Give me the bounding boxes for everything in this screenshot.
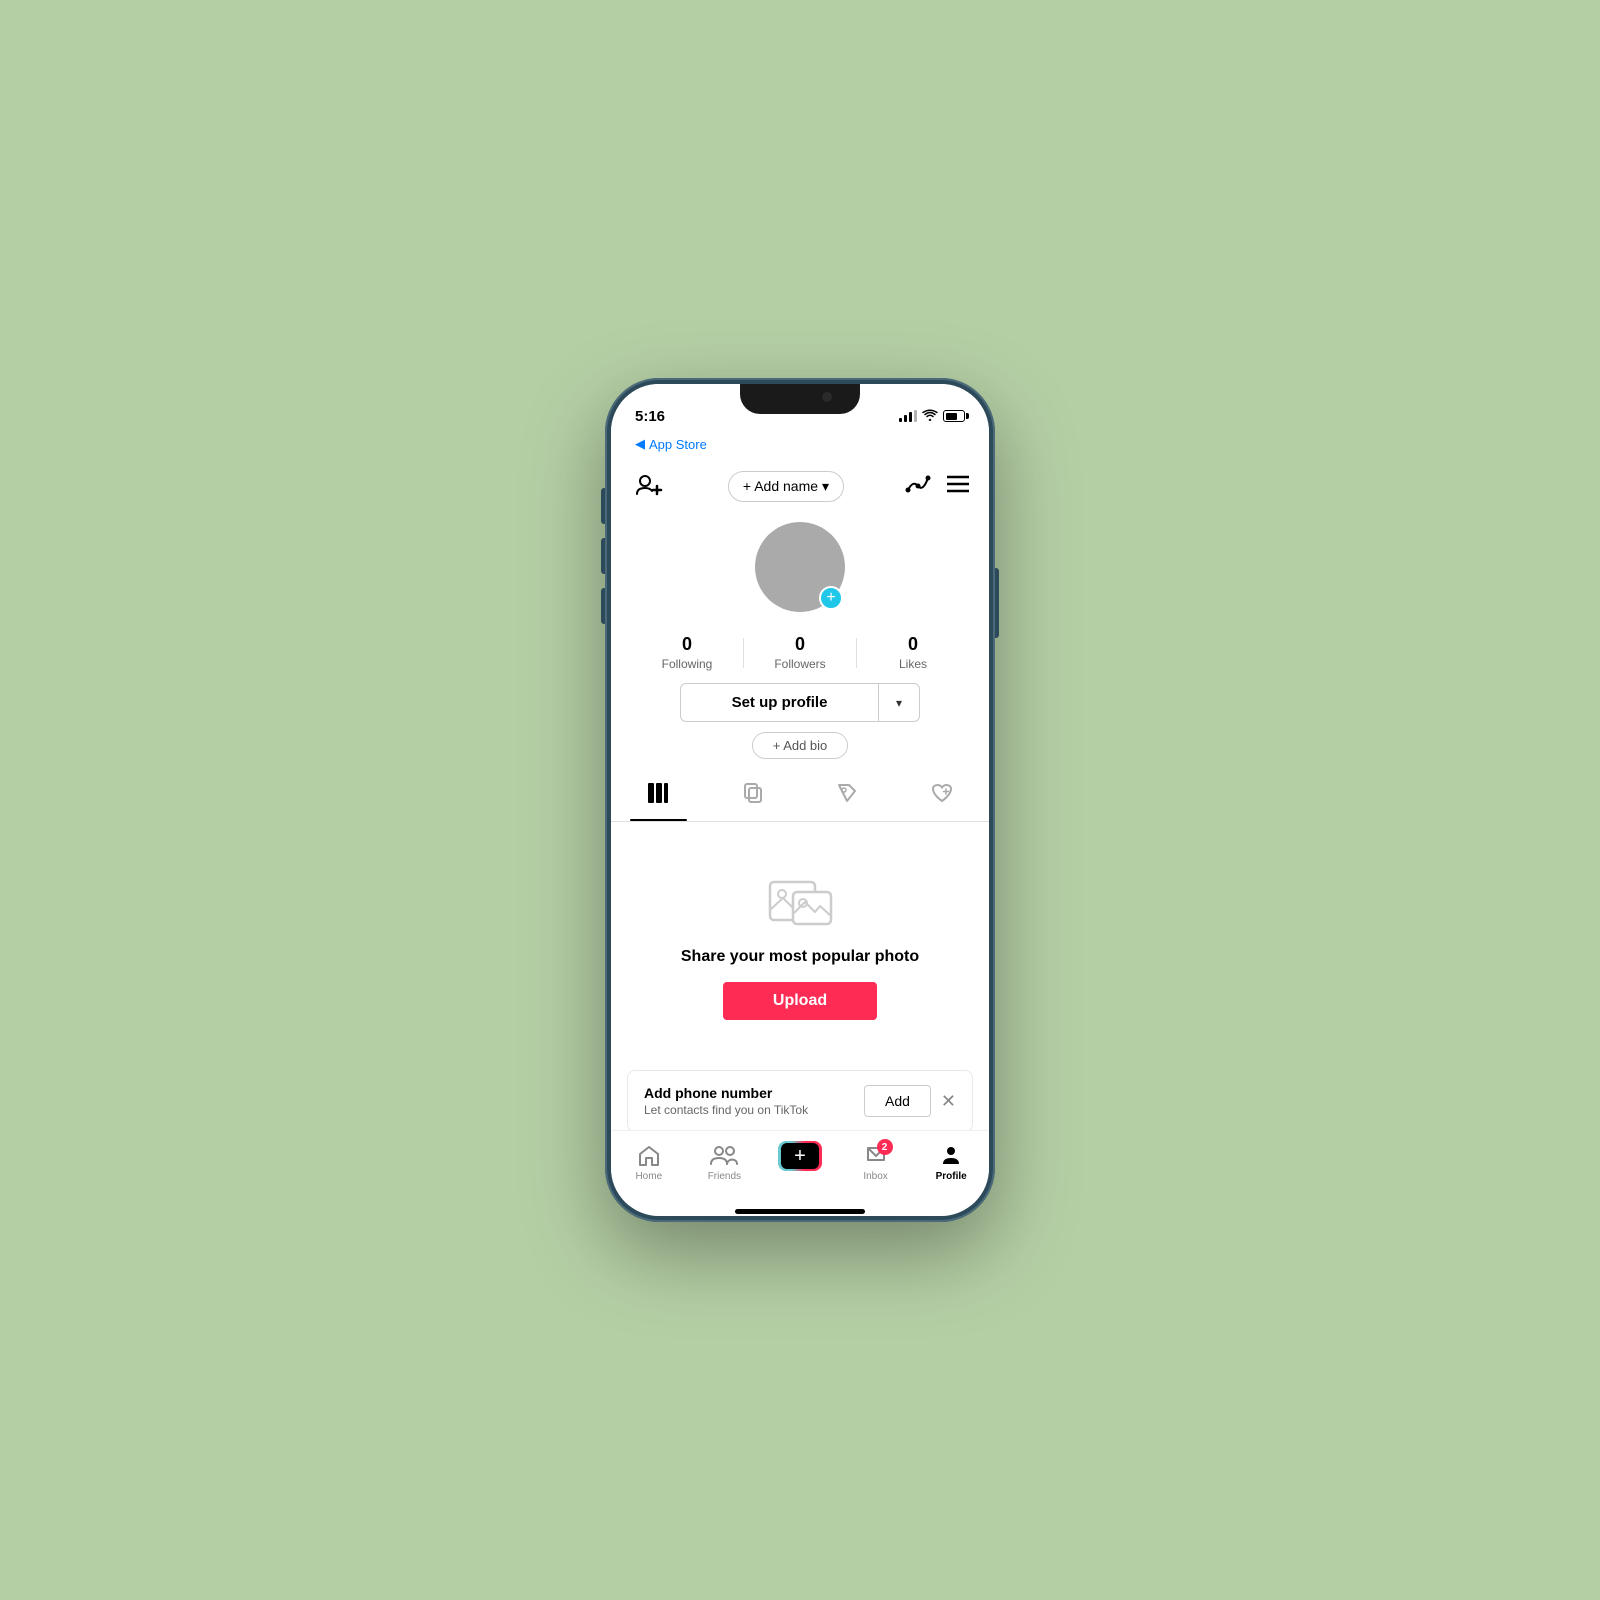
banner-add-button[interactable]: Add (864, 1085, 931, 1117)
add-user-button[interactable] (631, 468, 667, 504)
friends-label: Friends (708, 1171, 741, 1182)
nav-item-inbox[interactable]: 2 Inbox (838, 1144, 914, 1182)
content-tabs (611, 771, 989, 822)
home-icon (637, 1144, 661, 1168)
bottom-nav: Home Friends + . (611, 1130, 989, 1205)
app-store-back[interactable]: ◀ App Store (611, 434, 989, 460)
battery-icon (943, 410, 965, 422)
banner-text: Add phone number Let contacts find you o… (644, 1085, 864, 1117)
profile-nav-icon (939, 1144, 963, 1168)
following-count: 0 (682, 634, 692, 655)
nav-item-friends[interactable]: Friends (687, 1144, 763, 1182)
back-label: App Store (649, 437, 707, 452)
back-chevron-icon: ◀ (635, 436, 645, 452)
followers-stat[interactable]: 0 Followers (744, 634, 856, 671)
photo-placeholder-icon (765, 872, 835, 932)
create-plus-button[interactable]: + (778, 1141, 822, 1171)
profile-header: + Add name ▾ (611, 460, 989, 512)
avatar-plus-button[interactable]: + (819, 586, 843, 610)
likes-label: Likes (899, 657, 927, 671)
repost-icon (741, 781, 765, 811)
inbox-label: Inbox (863, 1171, 887, 1182)
phone-number-banner: Add phone number Let contacts find you o… (627, 1070, 973, 1130)
menu-icon[interactable] (947, 475, 969, 498)
inbox-badge: 2 (877, 1139, 893, 1155)
likes-stat[interactable]: 0 Likes (857, 634, 969, 671)
signal-icon (899, 410, 917, 422)
add-name-button[interactable]: + Add name ▾ (728, 471, 844, 502)
posts-grid-icon (646, 781, 670, 811)
setup-dropdown-button[interactable]: ▾ (878, 683, 920, 722)
banner-close-button[interactable]: ✕ (941, 1091, 956, 1112)
tab-posts[interactable] (611, 771, 706, 821)
upload-button[interactable]: Upload (723, 982, 877, 1020)
banner-subtitle: Let contacts find you on TikTok (644, 1103, 864, 1117)
inbox-icon: 2 (864, 1144, 888, 1168)
nav-item-create[interactable]: + . (762, 1141, 838, 1185)
tab-reposts[interactable] (706, 771, 801, 821)
home-indicator (735, 1209, 865, 1214)
phone-screen: 5:16 (611, 384, 989, 1216)
add-name-label: + Add name (743, 478, 818, 494)
liked-icon (930, 781, 954, 811)
home-label: Home (635, 1171, 662, 1182)
chevron-down-icon: ▾ (822, 478, 829, 495)
status-icons (899, 409, 965, 424)
phone-device: 5:16 (605, 378, 995, 1222)
effects-icon[interactable] (905, 472, 931, 501)
profile-section: + 0 Following 0 Followers 0 (611, 512, 989, 771)
nav-item-profile[interactable]: Profile (913, 1144, 989, 1182)
setup-profile-button[interactable]: Set up profile (680, 683, 878, 722)
notch (740, 384, 860, 414)
friends-icon (710, 1144, 738, 1168)
upload-area: Share your most popular photo Upload (611, 822, 989, 1060)
followers-count: 0 (795, 634, 805, 655)
status-time: 5:16 (635, 408, 665, 425)
profile-label: Profile (936, 1171, 967, 1182)
scroll-content: + 0 Following 0 Followers 0 (611, 512, 989, 1130)
setup-profile-row: Set up profile ▾ (680, 683, 920, 722)
tagged-icon (835, 781, 859, 811)
following-label: Following (662, 657, 713, 671)
wifi-icon (922, 409, 938, 424)
followers-label: Followers (774, 657, 825, 671)
header-right (905, 472, 969, 501)
avatar-container[interactable]: + (755, 522, 845, 612)
tab-tagged[interactable] (800, 771, 895, 821)
dropdown-chevron-icon: ▾ (896, 696, 902, 710)
stats-row: 0 Following 0 Followers 0 Likes (631, 634, 969, 671)
banner-title: Add phone number (644, 1085, 864, 1101)
likes-count: 0 (908, 634, 918, 655)
camera-notch (822, 392, 832, 402)
following-stat[interactable]: 0 Following (631, 634, 743, 671)
nav-item-home[interactable]: Home (611, 1144, 687, 1182)
tab-liked[interactable] (895, 771, 990, 821)
add-bio-button[interactable]: + Add bio (752, 732, 849, 759)
upload-title: Share your most popular photo (681, 948, 919, 966)
